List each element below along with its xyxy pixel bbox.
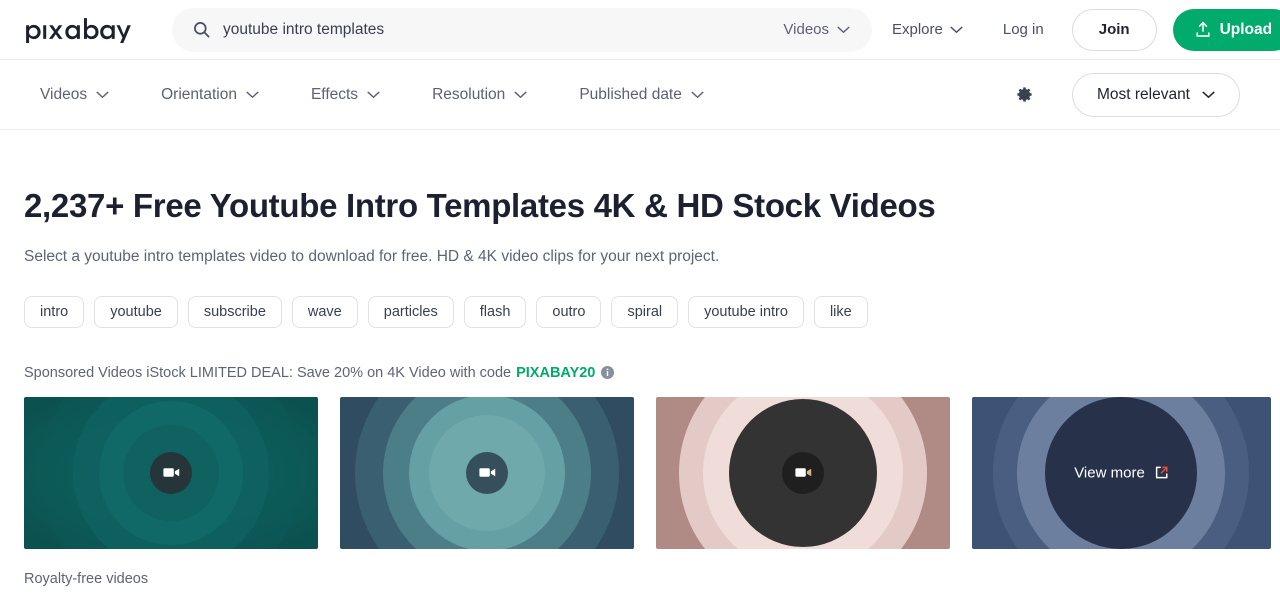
tag-chip[interactable]: outro <box>536 295 602 328</box>
tag-label: wave <box>307 303 342 320</box>
tag-label: like <box>829 303 852 320</box>
page-subtitle: Select a youtube intro templates video t… <box>24 247 720 265</box>
search-type-label: Videos <box>783 21 829 38</box>
tag-label: spiral <box>627 303 663 320</box>
tag-label: youtube intro <box>704 303 788 320</box>
tag-label: intro <box>40 303 69 320</box>
search-type-selector[interactable]: Videos <box>771 21 866 38</box>
video-camera-icon <box>162 466 180 479</box>
header-actions: Explore Log in Join Upload <box>872 8 1280 51</box>
tag-chip[interactable]: wave <box>291 295 358 328</box>
chevron-down-icon <box>96 86 109 104</box>
sponsored-video-card-2[interactable] <box>340 396 634 549</box>
login-link[interactable]: Log in <box>983 21 1064 38</box>
tag-label: flash <box>479 303 511 320</box>
video-camera-icon <box>794 466 812 479</box>
sponsored-video-card-1[interactable] <box>24 396 318 549</box>
tag-chip[interactable]: intro <box>24 295 85 328</box>
tag-label: outro <box>552 303 586 320</box>
chevron-down-icon <box>246 86 259 104</box>
sort-label: Most relevant <box>1096 85 1190 103</box>
filter-bar-right: Most relevant <box>1015 72 1240 117</box>
upload-icon <box>1195 21 1211 38</box>
sponsored-text: Sponsored Videos iStock LIMITED DEAL: Sa… <box>24 364 512 381</box>
video-camera-icon <box>478 466 496 479</box>
filter-label: Videos <box>40 85 88 103</box>
tag-chip[interactable]: spiral <box>611 295 679 328</box>
filter-resolution[interactable]: Resolution <box>432 86 527 104</box>
video-badge <box>466 451 508 494</box>
search-icon <box>192 20 211 39</box>
join-label: Join <box>1098 21 1130 38</box>
explore-menu[interactable]: Explore <box>872 21 983 38</box>
chevron-down-icon <box>691 86 704 104</box>
sponsored-video-list: View more <box>24 396 1271 549</box>
external-link-icon <box>1155 466 1169 480</box>
search-bar[interactable]: Videos <box>172 7 872 52</box>
video-badge <box>782 451 824 494</box>
filter-published-date[interactable]: Published date <box>579 86 704 104</box>
chevron-down-icon <box>367 86 380 104</box>
chevron-down-icon <box>514 86 527 104</box>
explore-label: Explore <box>892 21 943 38</box>
tag-chip[interactable]: youtube intro <box>688 295 804 328</box>
view-more-card[interactable]: View more <box>972 396 1271 549</box>
join-button[interactable]: Join <box>1071 8 1157 51</box>
filter-label: Resolution <box>432 85 506 103</box>
filter-orientation[interactable]: Orientation <box>161 86 259 104</box>
login-label: Log in <box>1002 21 1044 38</box>
promo-code[interactable]: PIXABAY20 <box>516 365 595 381</box>
tag-label: youtube <box>110 303 162 320</box>
chevron-down-icon <box>1202 86 1215 104</box>
gear-icon[interactable] <box>1015 85 1034 104</box>
tag-chip[interactable]: particles <box>367 295 454 328</box>
royalty-free-note: Royalty-free videos <box>24 570 149 587</box>
related-tags: intro youtube subscribe wave particles f… <box>24 295 1256 328</box>
sponsored-video-card-3[interactable] <box>656 396 950 549</box>
tag-chip[interactable]: flash <box>463 295 527 328</box>
chevron-down-icon <box>950 21 963 38</box>
video-badge <box>150 451 192 494</box>
filter-label: Published date <box>579 85 682 103</box>
tag-label: subscribe <box>203 303 266 320</box>
sort-selector[interactable]: Most relevant <box>1071 72 1240 117</box>
tag-chip[interactable]: like <box>813 295 868 328</box>
view-more-link[interactable]: View more <box>1074 464 1169 481</box>
tag-label: particles <box>383 303 438 320</box>
tag-chip[interactable]: youtube <box>94 295 178 328</box>
upload-label: Upload <box>1219 20 1273 38</box>
site-header: Videos Explore Log in Join <box>0 0 1280 60</box>
filter-effects[interactable]: Effects <box>311 86 380 104</box>
info-icon[interactable] <box>601 366 615 380</box>
pixabay-logo[interactable] <box>24 16 144 44</box>
search-input[interactable] <box>211 7 772 52</box>
upload-button[interactable]: Upload <box>1172 8 1280 51</box>
sponsored-notice: Sponsored Videos iStock LIMITED DEAL: Sa… <box>24 365 1256 381</box>
filter-videos[interactable]: Videos <box>40 86 109 104</box>
page-title: 2,237+ Free Youtube Intro Templates 4K &… <box>24 187 936 224</box>
filter-label: Effects <box>310 85 359 103</box>
tag-chip[interactable]: subscribe <box>187 295 282 328</box>
filter-label: Orientation <box>161 85 237 103</box>
main-content: 2,237+ Free Youtube Intro Templates 4K &… <box>0 186 1280 587</box>
filter-bar: Videos Orientation Effects Resolution Pu… <box>0 60 1280 130</box>
chevron-down-icon <box>837 21 850 38</box>
view-more-label: View more <box>1074 464 1145 482</box>
